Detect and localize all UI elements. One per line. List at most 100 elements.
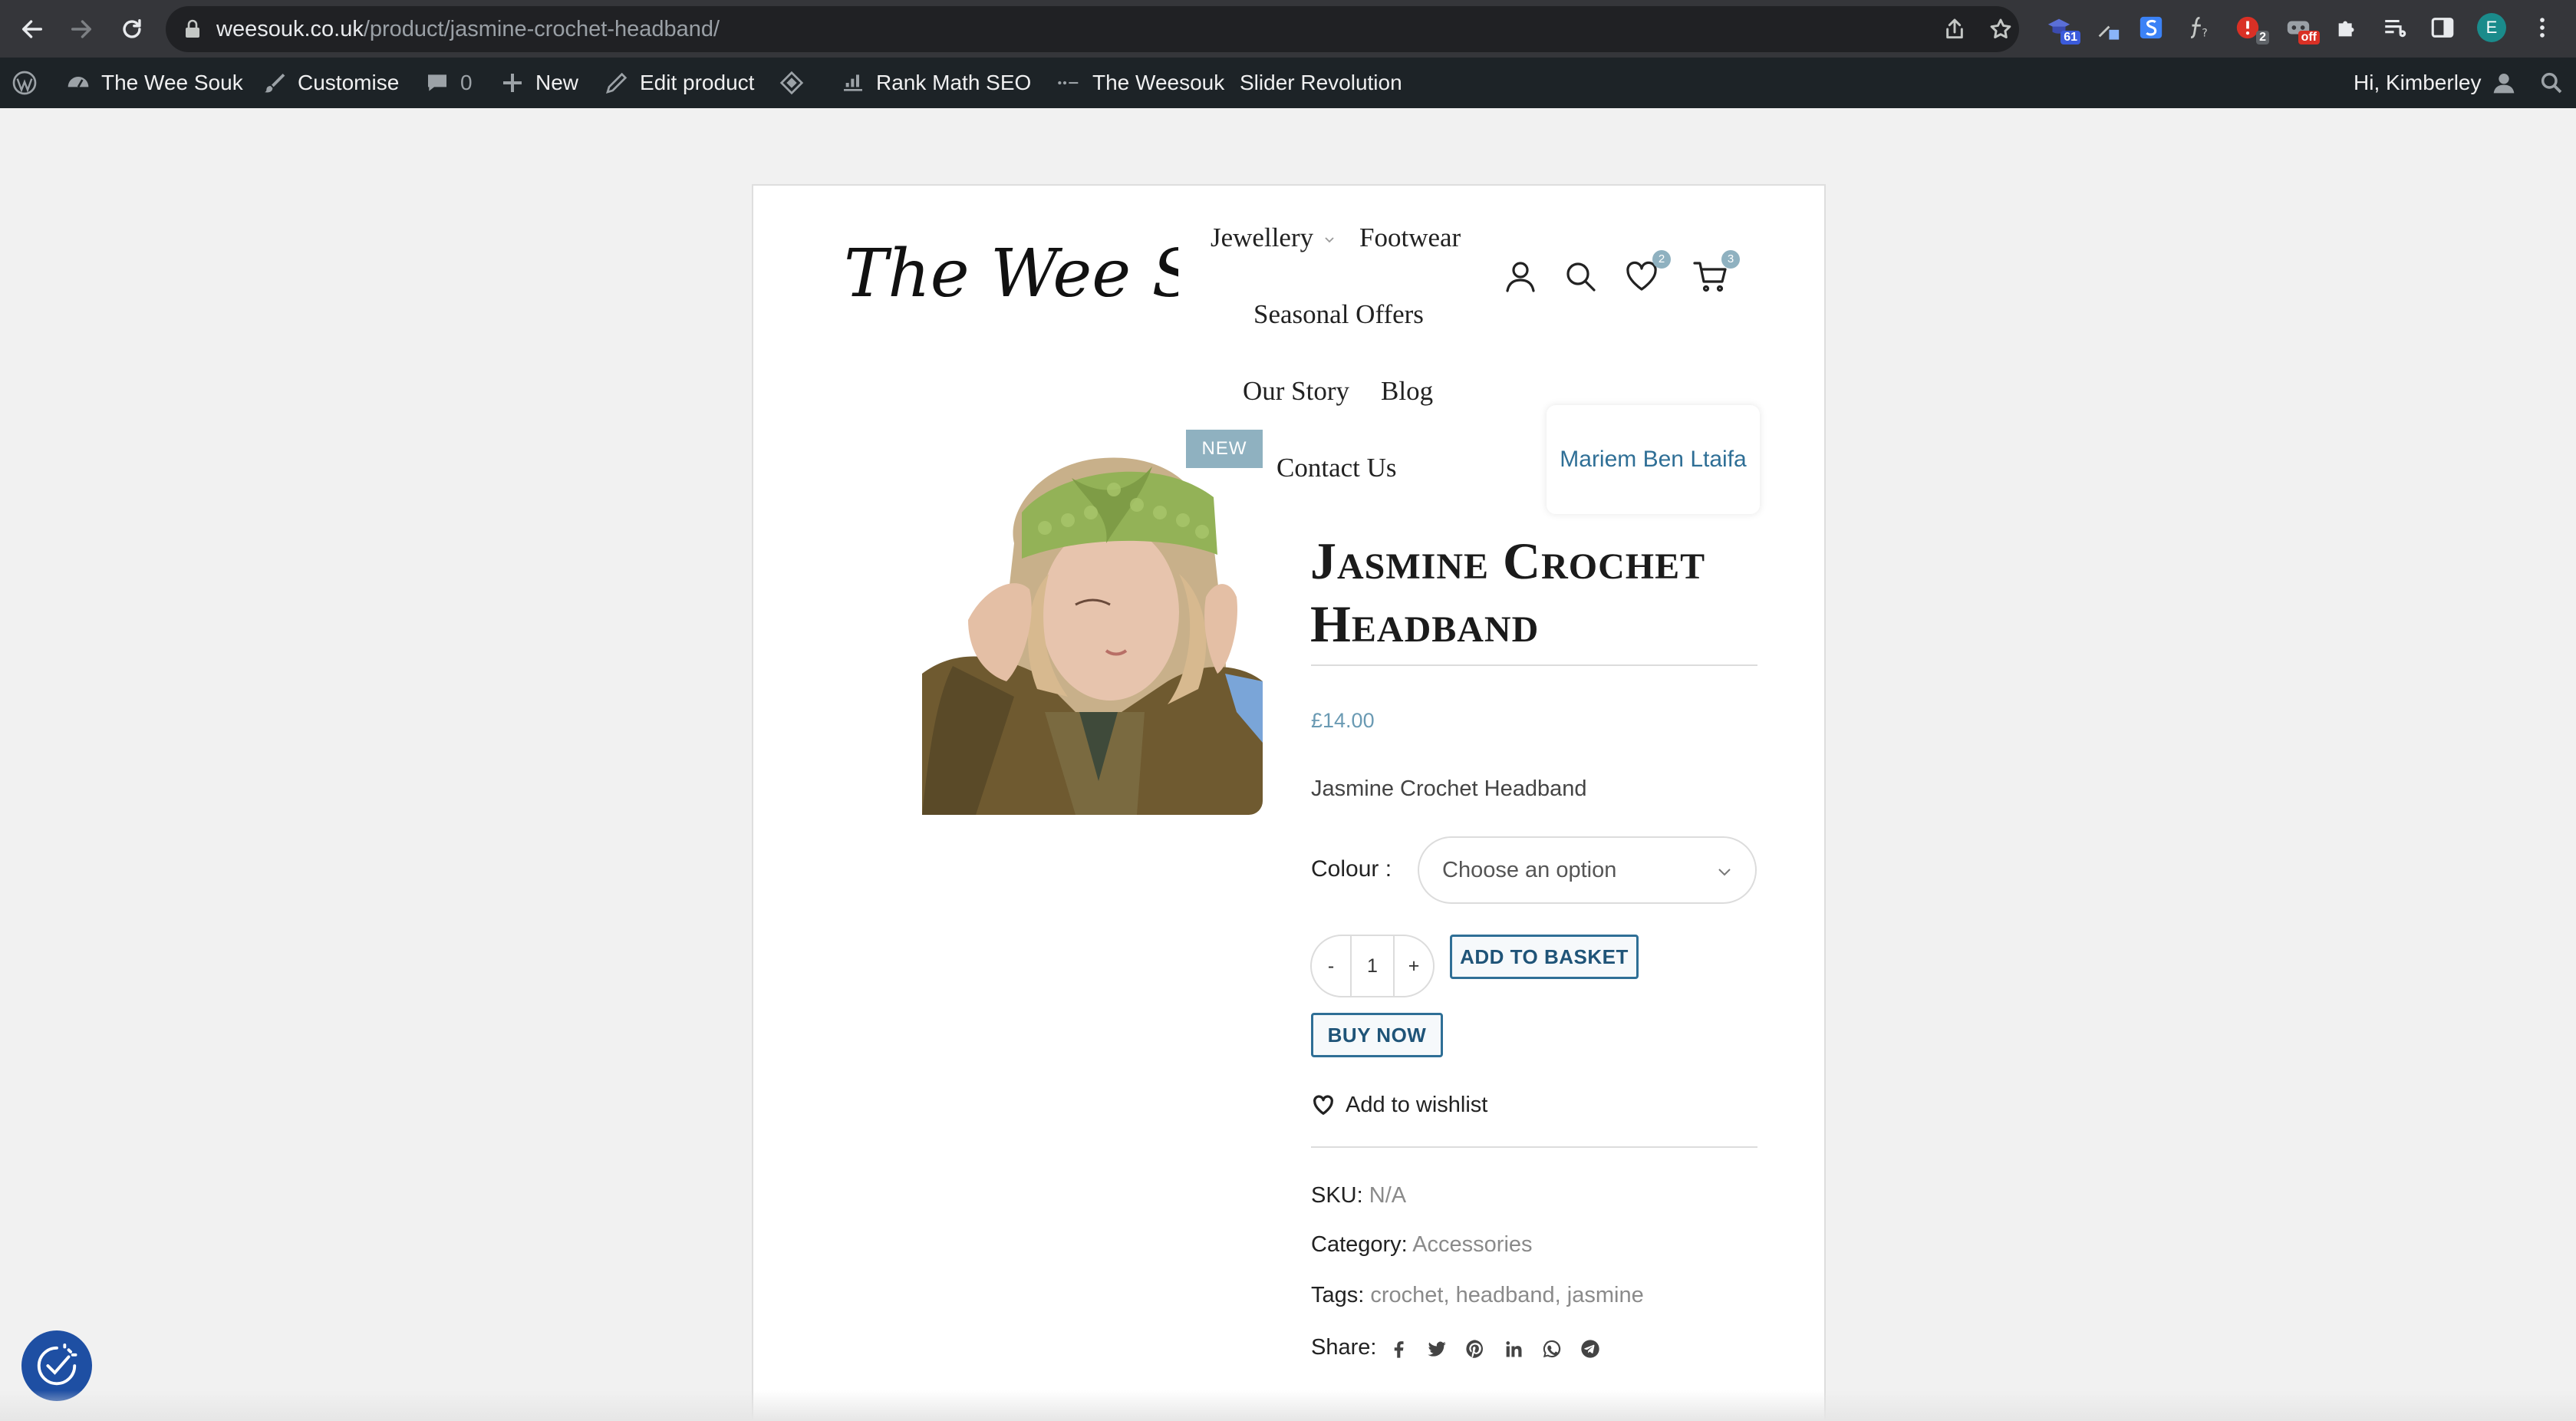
share-page-icon	[1946, 18, 1963, 39]
linkedin-icon[interactable]	[1502, 1337, 1525, 1360]
quantity-minus-button[interactable]: -	[1312, 936, 1350, 996]
meta-divider	[1311, 1146, 1757, 1148]
adminbar-slider-revolution[interactable]: Slider Revolution	[1240, 58, 1402, 108]
adminbar-weesouk[interactable]: The Weesouk	[1056, 58, 1224, 108]
adminbar-new-label: New	[535, 71, 579, 94]
extension-icon-fontface[interactable]: ?	[2183, 12, 2214, 43]
forward-button[interactable]	[64, 12, 98, 46]
account-button[interactable]	[1502, 258, 1539, 295]
sku-label: SKU:	[1311, 1183, 1363, 1208]
adminbar-account[interactable]: Hi, Kimberley	[2354, 58, 2516, 108]
tag-link-jasmine[interactable]: jasmine	[1567, 1283, 1644, 1307]
address-bar[interactable]: weesouk.co.uk/product/jasmine-crochet-he…	[166, 6, 2019, 52]
plus-icon	[500, 71, 525, 95]
pinterest-icon[interactable]	[1464, 1337, 1487, 1360]
accessibility-check-icon	[37, 1343, 77, 1386]
extension-icon-off[interactable]: off	[2283, 12, 2320, 45]
url-path: /product/jasmine-crochet-headband/	[363, 17, 720, 41]
adminbar-customise[interactable]: Customise	[262, 58, 399, 108]
tag-link-crochet[interactable]: crochet	[1370, 1283, 1443, 1307]
dots-logo-icon	[1056, 71, 1082, 95]
cart-button[interactable]: 3	[1692, 250, 1740, 295]
bookmark-button[interactable]	[1988, 17, 2013, 41]
menu-item-jewellery-label: Jewellery	[1211, 223, 1314, 252]
eyedropper-icon	[2098, 25, 2120, 40]
adminbar-edit-product-label: Edit product	[640, 71, 755, 94]
extensions-menu-button[interactable]	[2332, 12, 2363, 43]
profile-avatar[interactable]: E	[2476, 12, 2507, 43]
product-image[interactable]	[922, 420, 1263, 815]
adminbar-edit-product[interactable]: Edit product	[604, 58, 754, 108]
add-to-wishlist-link[interactable]: Add to wishlist	[1312, 1091, 1487, 1119]
quantity-plus-button[interactable]: +	[1395, 936, 1433, 996]
media-queue-icon	[2385, 19, 2406, 38]
buy-now-button[interactable]: BUY NOW	[1311, 1013, 1443, 1057]
search-icon	[2539, 71, 2564, 95]
category-label: Category:	[1311, 1232, 1408, 1257]
adminbar-plugin-diamond[interactable]	[779, 58, 815, 108]
dropdown-user-link[interactable]: Mariem Ben Ltaifa	[1560, 447, 1746, 473]
extension-icon-1[interactable]: 61	[2044, 12, 2080, 45]
product-sku: SKU: N/A	[1311, 1183, 1406, 1208]
search-icon	[1566, 262, 1596, 292]
kebab-menu-icon	[2540, 18, 2545, 38]
sku-value: N/A	[1369, 1183, 1407, 1208]
new-badge: NEW	[1186, 430, 1263, 468]
menu-item-contact-us[interactable]: Contact Us	[1276, 453, 1397, 483]
adminbar-comments[interactable]: 0	[425, 58, 473, 108]
browser-menu-button[interactable]	[2527, 12, 2558, 43]
chevron-down-icon	[1325, 237, 1334, 243]
add-to-basket-button[interactable]: ADD TO BASKET	[1450, 935, 1639, 979]
accessibility-widget-button[interactable]	[21, 1330, 92, 1401]
colour-select[interactable]: Choose an option	[1418, 836, 1757, 904]
search-button[interactable]	[1562, 258, 1599, 295]
menu-item-jewellery[interactable]: Jewellery	[1211, 223, 1336, 253]
menu-item-blog[interactable]: Blog	[1381, 376, 1433, 407]
menu-item-our-story[interactable]: Our Story	[1243, 376, 1349, 407]
reading-list-button[interactable]	[2380, 12, 2410, 43]
adminbar-search[interactable]	[2539, 58, 2564, 108]
diamond-logo-icon	[779, 71, 804, 95]
facebook-icon[interactable]	[1387, 1337, 1410, 1360]
lock-icon	[186, 19, 199, 38]
telegram-icon[interactable]	[1579, 1337, 1602, 1360]
twitter-icon[interactable]	[1425, 1337, 1448, 1360]
extension-icon-2[interactable]	[2093, 12, 2123, 43]
product-title: Jasmine Crochet Headband	[1310, 532, 1706, 653]
adminbar-new[interactable]: New	[500, 58, 578, 108]
adminbar-rank-math[interactable]: Rank Math SEO	[841, 58, 1031, 108]
category-link[interactable]: Accessories	[1412, 1232, 1532, 1257]
extension-icon-red[interactable]: 2	[2232, 12, 2269, 45]
title-divider	[1311, 664, 1757, 666]
colour-label-text: Colour	[1311, 856, 1379, 882]
account-dropdown: Mariem Ben Ltaifa	[1547, 405, 1760, 514]
quantity-input[interactable]: 1	[1352, 936, 1393, 996]
chevron-down-icon	[1718, 869, 1731, 876]
adminbar-site-name[interactable]: The Wee Souk	[66, 58, 243, 108]
svg-text:?: ?	[2202, 27, 2208, 39]
menu-item-seasonal-offers[interactable]: Seasonal Offers	[1253, 299, 1424, 330]
url-domain: weesouk.co.uk	[216, 17, 364, 41]
reload-button[interactable]	[115, 12, 149, 46]
wordpress-menu[interactable]	[12, 58, 37, 108]
side-panel-button[interactable]	[2427, 12, 2458, 43]
tag-separator: ,	[1554, 1283, 1561, 1307]
site-logo[interactable]: The Wee Souk	[841, 223, 1178, 330]
wishlist-button[interactable]: 2	[1623, 250, 1671, 295]
user-icon	[1506, 262, 1535, 292]
product-short-description: Jasmine Crochet Headband	[1311, 776, 1587, 801]
menu-item-footwear[interactable]: Footwear	[1359, 223, 1461, 253]
logo-text: The Wee Souk	[844, 236, 1178, 312]
forward-arrow-icon	[71, 20, 92, 38]
heart-icon	[1313, 1095, 1333, 1115]
extension-icon-s[interactable]	[2136, 12, 2166, 43]
browser-toolbar: weesouk.co.uk/product/jasmine-crochet-he…	[0, 0, 2576, 58]
colour-select-value: Choose an option	[1442, 858, 1617, 882]
font-function-icon: ?	[2190, 16, 2208, 39]
tags-label: Tags:	[1311, 1283, 1365, 1307]
whatsapp-icon[interactable]	[1540, 1337, 1563, 1360]
back-button[interactable]	[15, 12, 49, 46]
share-page-button[interactable]	[1942, 17, 1967, 41]
tag-link-headband[interactable]: headband	[1456, 1283, 1555, 1307]
share-icons	[1387, 1335, 1617, 1363]
